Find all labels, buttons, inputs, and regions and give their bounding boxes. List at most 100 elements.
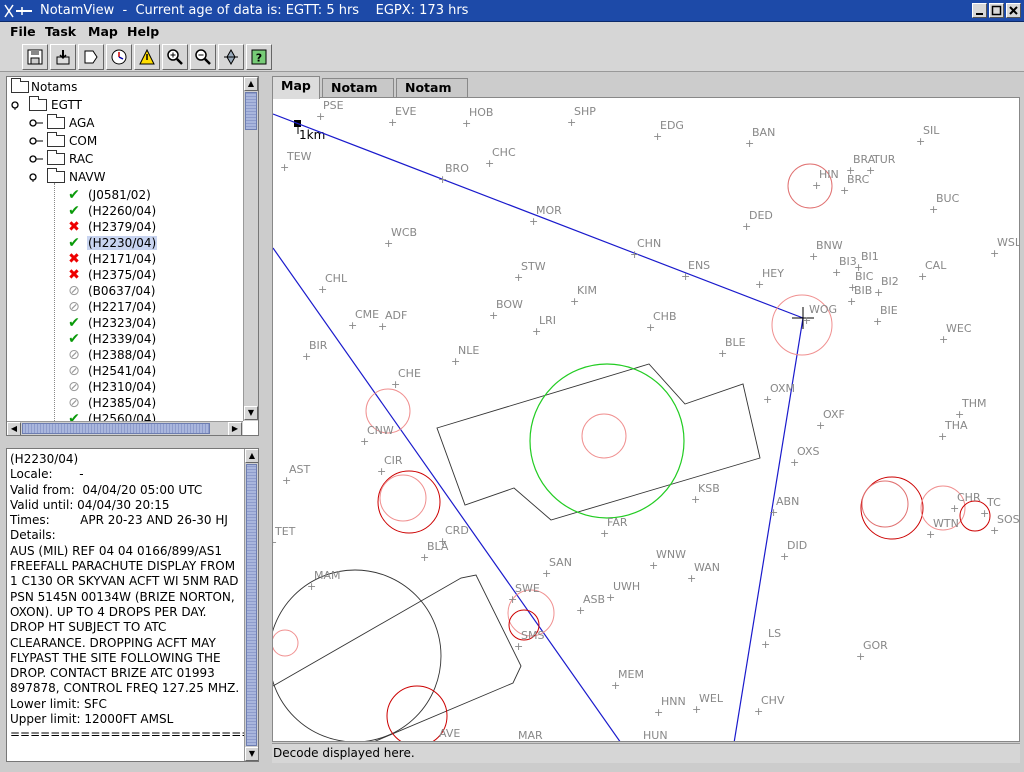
- waypoint-chc[interactable]: CHC+: [485, 146, 516, 170]
- waypoint-cal[interactable]: CAL+: [918, 259, 947, 283]
- tab-notam-1[interactable]: Notam 1: [322, 78, 394, 113]
- scroll-up-button[interactable]: ▲: [244, 77, 258, 91]
- tree-root[interactable]: Notams: [9, 78, 239, 95]
- waypoint-shp[interactable]: SHP+: [567, 105, 596, 129]
- waypoint-wec[interactable]: WEC+: [939, 322, 972, 346]
- waypoint-cir[interactable]: CIR+: [377, 454, 403, 478]
- tree-notam-item[interactable]: ✔ (H2230/04): [67, 235, 239, 251]
- waypoint-san[interactable]: SAN+: [542, 556, 572, 580]
- expand-icon[interactable]: [29, 118, 43, 128]
- tree-notam-item[interactable]: ⊘ (H2388/04): [67, 347, 239, 363]
- waypoint-mam[interactable]: MAM+: [307, 569, 341, 593]
- tree-notam-item[interactable]: ⊘ (H2541/04): [67, 363, 239, 379]
- tree-horizontal-scrollbar[interactable]: ◀ ▶: [7, 421, 243, 435]
- detail-vertical-scrollbar[interactable]: ▲ ▼: [244, 449, 258, 761]
- tree-region[interactable]: EGTT: [9, 96, 239, 113]
- scroll-thumb[interactable]: [245, 92, 257, 130]
- waypoint-uwh[interactable]: UWH+: [606, 580, 640, 604]
- pan-button[interactable]: [218, 44, 244, 70]
- menu-help[interactable]: Help: [127, 24, 159, 39]
- menu-task[interactable]: Task: [45, 24, 76, 39]
- waypoint-sos[interactable]: SOS+: [990, 513, 1019, 537]
- tree-notam-item[interactable]: ⊘ (B0637/04): [67, 283, 239, 299]
- collapse-icon[interactable]: [29, 172, 43, 182]
- scroll-down-button[interactable]: ▼: [245, 747, 258, 761]
- tree-vertical-scrollbar[interactable]: ▲ ▼: [243, 77, 258, 421]
- waypoint-hun[interactable]: HUN+: [636, 729, 668, 741]
- tree-notam-item[interactable]: ✖ (H2375/04): [67, 267, 239, 283]
- waypoint-hey[interactable]: HEY+: [755, 267, 784, 291]
- tab-map[interactable]: Map: [272, 76, 320, 99]
- zoom-in-button[interactable]: [162, 44, 188, 70]
- waypoint-brc[interactable]: BRC+: [840, 173, 870, 197]
- maximize-button[interactable]: [989, 3, 1004, 18]
- waypoint-bie[interactable]: BIE+: [873, 304, 898, 328]
- waypoint-bro[interactable]: BRO+: [438, 162, 469, 186]
- waypoint-wsl[interactable]: WSL+: [990, 236, 1019, 260]
- collapse-icon[interactable]: [11, 100, 25, 110]
- waypoint-chb[interactable]: CHB+: [646, 310, 677, 334]
- scroll-down-button[interactable]: ▼: [244, 406, 258, 420]
- vertical-splitter[interactable]: [262, 72, 270, 772]
- waypoint-chr[interactable]: CHR+: [950, 491, 981, 515]
- waypoint-ded[interactable]: DED+: [742, 209, 773, 233]
- waypoint-ast[interactable]: AST+: [282, 463, 311, 487]
- tree-notam-item[interactable]: ✖ (H2171/04): [67, 251, 239, 267]
- waypoint-bi3[interactable]: BI3+: [832, 255, 857, 279]
- expand-icon[interactable]: [29, 136, 43, 146]
- tree-notam-item[interactable]: ✔ (J0581/02): [67, 187, 239, 203]
- waypoint-pse[interactable]: PSE+: [316, 99, 344, 123]
- scroll-thumb[interactable]: [22, 423, 210, 434]
- waypoint-bow[interactable]: BOW+: [489, 298, 523, 322]
- waypoint-adf[interactable]: ADF+: [378, 309, 407, 333]
- tab-notam-2[interactable]: Notam 2: [396, 78, 468, 113]
- save-button[interactable]: [22, 44, 48, 70]
- waypoint-hob[interactable]: HOB+: [462, 106, 493, 130]
- waypoint-thm[interactable]: THM+: [955, 397, 986, 421]
- minimize-button[interactable]: [972, 3, 987, 18]
- map-canvas[interactable]: 1km PSE + EVE + HOB + SHP + EDG + BAN + …: [272, 97, 1020, 742]
- tree-notam-item[interactable]: ⊘ (H2385/04): [67, 395, 239, 411]
- waypoint-wtn[interactable]: WTN+: [926, 517, 959, 541]
- map-svg[interactable]: 1km PSE+ EVE+HOB+SHP+ EDG+ BAN+SIL+TEW+ …: [273, 98, 1019, 741]
- waypoint-did[interactable]: DID+: [780, 539, 807, 563]
- waypoint-oxm[interactable]: OXM+: [763, 382, 795, 406]
- waypoint-bla[interactable]: BLA+: [420, 540, 449, 564]
- waypoint-oxf[interactable]: OXF+: [816, 408, 845, 432]
- waypoint-nle[interactable]: NLE+: [451, 344, 479, 368]
- waypoint-swe[interactable]: SWE+: [508, 582, 540, 606]
- waypoint-tew[interactable]: TEW+: [280, 150, 312, 174]
- tree-folder-aga[interactable]: AGA: [29, 114, 239, 131]
- waypoint-wcb[interactable]: WCB+: [384, 226, 417, 250]
- waypoint-far[interactable]: FAR+: [600, 516, 628, 540]
- forward-button[interactable]: [78, 44, 104, 70]
- waypoint-ble[interactable]: BLE+: [718, 336, 746, 360]
- close-button[interactable]: [1006, 3, 1021, 18]
- waypoint-sil[interactable]: SIL+: [916, 124, 940, 148]
- waypoint-wel[interactable]: WEL+: [692, 692, 724, 716]
- tree-notam-item[interactable]: ⊘ (H2310/04): [67, 379, 239, 395]
- tree-notam-item[interactable]: ⊘ (H2217/04): [67, 299, 239, 315]
- waypoint-ksb[interactable]: KSB+: [691, 482, 720, 506]
- waypoint-wnw[interactable]: WNW+: [649, 548, 686, 572]
- tree-notam-item[interactable]: ✖ (H2379/04): [67, 219, 239, 235]
- waypoint-stw[interactable]: STW+: [514, 260, 546, 284]
- waypoint-bir[interactable]: BIR+: [302, 339, 328, 363]
- waypoint-chl[interactable]: CHL+: [318, 272, 348, 296]
- waypoint-ave[interactable]: AVE+: [432, 727, 460, 741]
- menu-map[interactable]: Map: [88, 24, 118, 39]
- waypoint-che[interactable]: CHE+: [391, 367, 421, 391]
- scroll-thumb[interactable]: [246, 464, 257, 746]
- tree-notam-item[interactable]: ✔ (H2323/04): [67, 315, 239, 331]
- waypoint-cme[interactable]: CME+: [348, 308, 379, 332]
- import-button[interactable]: [50, 44, 76, 70]
- waypoint-lri[interactable]: LRI+: [532, 314, 556, 338]
- waypoint-mem[interactable]: MEM+: [611, 668, 644, 692]
- waypoint-mor[interactable]: MOR+: [529, 204, 562, 228]
- tree-notam-item[interactable]: ✔ (H2260/04): [67, 203, 239, 219]
- scroll-right-button[interactable]: ▶: [228, 422, 242, 435]
- waypoint-wan[interactable]: WAN+: [687, 561, 720, 585]
- waypoint-buc[interactable]: BUC+: [929, 192, 960, 216]
- waypoint-hnn[interactable]: HNN+: [654, 695, 686, 719]
- tree-notam-item[interactable]: ✔ (H2339/04): [67, 331, 239, 347]
